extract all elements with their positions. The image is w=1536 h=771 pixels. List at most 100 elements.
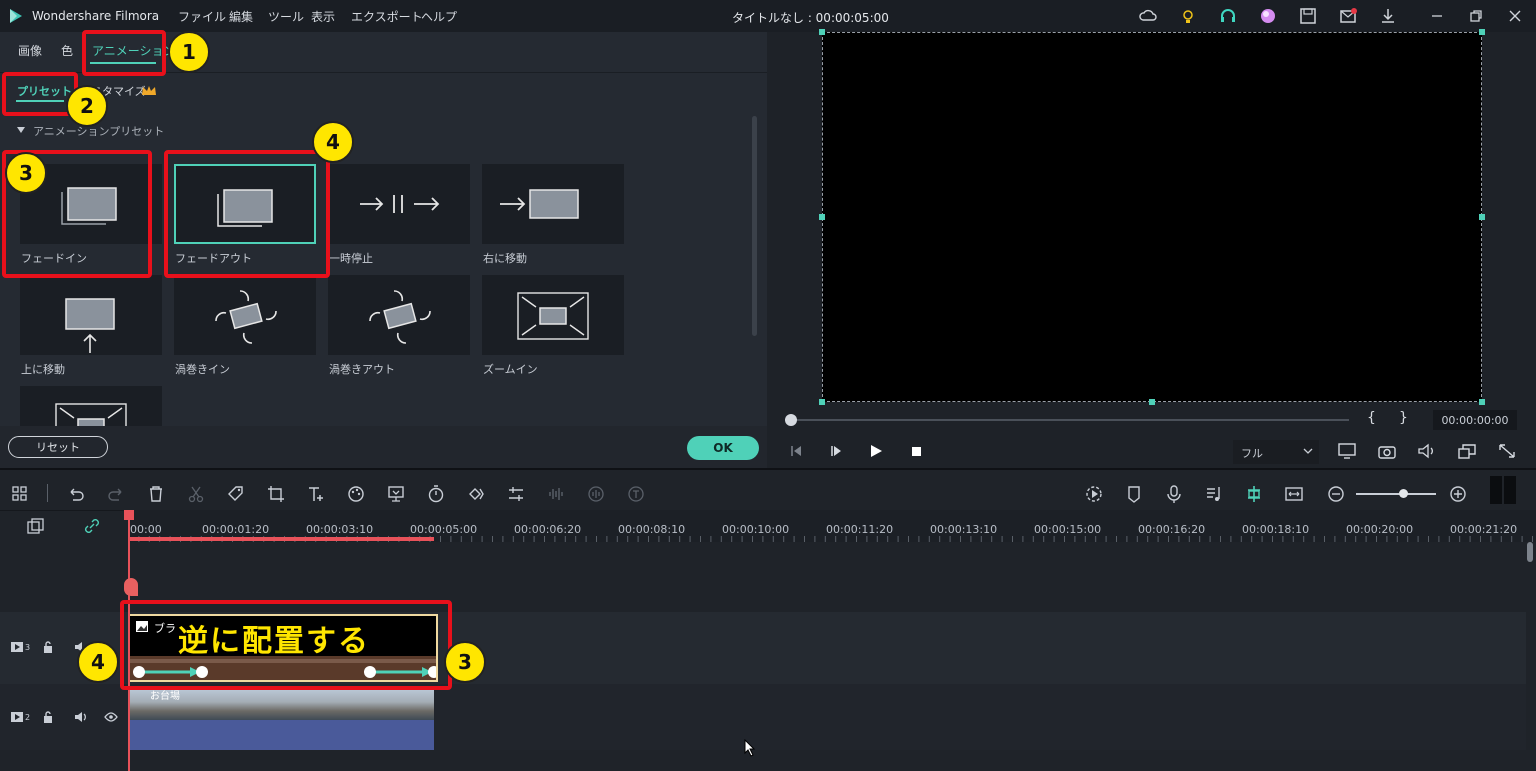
zoom-out-icon[interactable] (1326, 484, 1346, 504)
text-icon[interactable] (306, 484, 326, 504)
mail-icon[interactable] (1339, 7, 1357, 25)
undo-icon[interactable] (66, 484, 86, 504)
marker-icon[interactable] (1124, 484, 1144, 504)
menu-view[interactable]: 表示 (311, 8, 335, 25)
resize-handle[interactable] (819, 214, 825, 220)
save-icon[interactable] (1299, 7, 1317, 25)
fit-timeline-icon[interactable] (1284, 484, 1304, 504)
layout-icon[interactable] (10, 484, 30, 504)
video-track-icon (11, 712, 23, 722)
audio-mixer-icon[interactable] (1204, 484, 1224, 504)
headset-icon[interactable] (1219, 7, 1237, 25)
delete-icon[interactable] (146, 484, 166, 504)
tag-icon[interactable] (226, 484, 246, 504)
redo-icon[interactable] (106, 484, 126, 504)
audio-wave-icon[interactable] (546, 484, 566, 504)
link-icon[interactable] (82, 517, 102, 535)
resize-handle[interactable] (1149, 399, 1155, 405)
menu-tools[interactable]: ツール (268, 8, 304, 25)
tab-color[interactable]: 色 (61, 42, 73, 59)
reset-button[interactable]: リセット (8, 436, 108, 458)
preview-playhead-knob[interactable] (785, 414, 797, 426)
collapse-triangle-icon[interactable] (16, 126, 26, 134)
filmora-logo-icon (10, 9, 22, 23)
play-icon[interactable] (869, 444, 883, 458)
next-frame-icon[interactable] (829, 444, 843, 458)
menu-export[interactable]: エクスポート (351, 8, 423, 25)
preview-progress-bar[interactable] (791, 419, 1349, 421)
lock-icon[interactable] (42, 710, 54, 724)
mark-in-icon[interactable]: { (1367, 410, 1376, 426)
playhead-marker[interactable] (124, 578, 138, 596)
cut-icon[interactable] (186, 484, 206, 504)
zoom-slider[interactable] (1356, 493, 1436, 495)
speaker-icon[interactable] (74, 710, 88, 724)
resize-handle[interactable] (1479, 399, 1485, 405)
menu-edit[interactable]: 編集 (229, 8, 253, 25)
preset-tile-swirl-out[interactable] (328, 275, 470, 355)
lightbulb-icon[interactable] (1179, 7, 1197, 25)
zoom-in-thumbnail-icon (517, 292, 589, 340)
quality-value: フル (1241, 447, 1263, 460)
audio-detect-icon[interactable] (586, 484, 606, 504)
green-screen-icon[interactable] (386, 484, 406, 504)
speech-to-text-icon[interactable] (626, 484, 646, 504)
preset-tile-swirl-in[interactable] (174, 275, 316, 355)
keyframe-icon[interactable] (466, 484, 486, 504)
crop-ratio-icon[interactable] (1457, 442, 1477, 460)
preset-tile-zoom-out[interactable] (20, 386, 162, 426)
lock-icon[interactable] (42, 640, 54, 654)
volume-icon[interactable] (1417, 442, 1437, 460)
menu-help[interactable]: ヘルプ (421, 8, 457, 25)
mark-out-icon[interactable]: } (1399, 410, 1408, 426)
ruler-label: 00:00:20:00 (1346, 523, 1414, 536)
color-palette-icon[interactable] (346, 484, 366, 504)
preview-panel: { } 00:00:00:00 フル (767, 29, 1536, 468)
prev-frame-icon[interactable] (789, 444, 803, 458)
menu-file[interactable]: ファイル (178, 8, 226, 25)
preview-canvas[interactable] (822, 32, 1482, 402)
adjust-sliders-icon[interactable] (506, 484, 526, 504)
snap-icon[interactable] (1244, 484, 1264, 504)
move-up-thumbnail-icon (65, 298, 115, 353)
image-clip-odaiba[interactable]: お台場 (128, 686, 434, 750)
work-range-bar[interactable] (128, 537, 434, 541)
playhead-handle[interactable] (124, 510, 134, 520)
crop-icon[interactable] (266, 484, 286, 504)
preset-label: 一時停止 (329, 252, 373, 265)
resize-handle[interactable] (819, 399, 825, 405)
zoom-slider-knob[interactable] (1399, 489, 1408, 498)
preset-tile-zoom-in[interactable] (482, 275, 624, 355)
ruler-label: 00:00 (130, 523, 162, 536)
fullscreen-icon[interactable] (1497, 442, 1517, 460)
cloud-icon[interactable] (1139, 7, 1157, 25)
panel-scrollbar[interactable] (752, 116, 757, 336)
download-icon[interactable] (1379, 7, 1397, 25)
timeline-scrollbar[interactable] (1527, 542, 1533, 562)
resize-handle[interactable] (1479, 29, 1485, 35)
ok-button[interactable]: OK (687, 436, 759, 460)
restore-icon[interactable] (1467, 7, 1485, 25)
display-icon[interactable] (1337, 442, 1357, 460)
preset-tile-pause[interactable] (328, 164, 470, 244)
close-icon[interactable] (1506, 7, 1524, 25)
render-preview-icon[interactable] (1084, 484, 1104, 504)
ruler-label: 00:00:03:10 (306, 523, 374, 536)
eye-icon[interactable] (104, 710, 118, 724)
speed-timer-icon[interactable] (426, 484, 446, 504)
annotation-box-clip (120, 600, 452, 690)
resize-handle[interactable] (819, 29, 825, 35)
tab-image[interactable]: 画像 (18, 42, 42, 59)
avatar-icon[interactable] (1259, 7, 1277, 25)
camera-icon[interactable] (1377, 442, 1397, 460)
preset-label: ズームイン (483, 363, 538, 376)
microphone-icon[interactable] (1164, 484, 1184, 504)
annotation-box-animation-tab (82, 30, 166, 76)
preset-tile-move-up[interactable] (20, 275, 162, 355)
stop-icon[interactable] (909, 444, 923, 458)
add-track-icon[interactable] (26, 517, 46, 535)
resize-handle[interactable] (1479, 214, 1485, 220)
zoom-in-icon[interactable] (1448, 484, 1468, 504)
minimize-icon[interactable] (1428, 7, 1446, 25)
preset-tile-move-right[interactable] (482, 164, 624, 244)
